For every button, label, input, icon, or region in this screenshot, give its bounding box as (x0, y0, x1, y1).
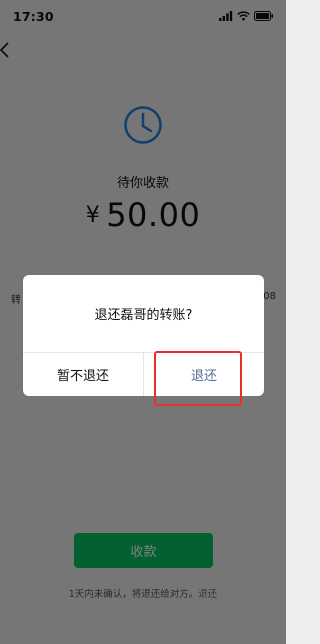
highlight-annotation (154, 351, 242, 406)
dialog-title: 退还磊哥的转账? (94, 308, 193, 323)
cancel-return-button[interactable]: 暂不退还 (23, 353, 143, 396)
